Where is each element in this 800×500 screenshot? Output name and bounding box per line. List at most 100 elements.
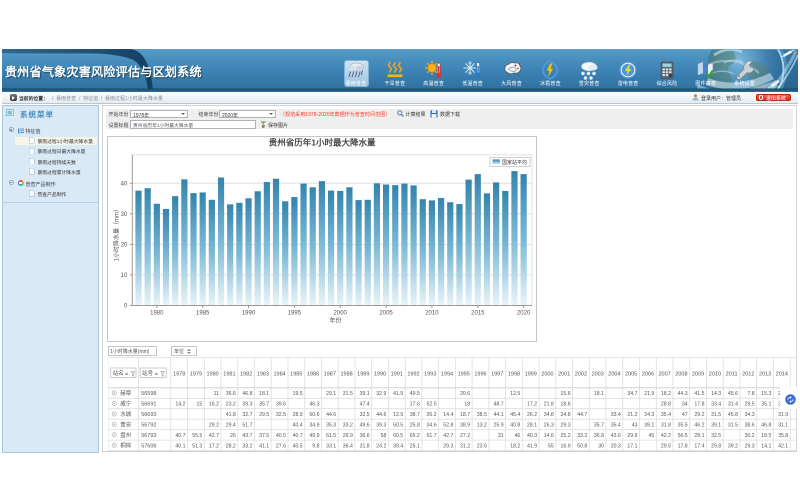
svg-text:18.5: 18.5 xyxy=(761,433,771,439)
svg-text:45.6: 45.6 xyxy=(728,391,738,397)
svg-text:60.6: 60.6 xyxy=(309,412,319,418)
svg-text:1996: 1996 xyxy=(474,372,486,378)
svg-text:站号: 站号 xyxy=(142,369,154,377)
svg-text:39.6: 39.6 xyxy=(276,402,286,408)
svg-text:27.6: 27.6 xyxy=(276,443,286,449)
svg-text:49.6: 49.6 xyxy=(359,423,369,429)
svg-text:56793: 56793 xyxy=(141,433,156,439)
svg-text:39.4: 39.4 xyxy=(393,443,403,449)
svg-text:1995: 1995 xyxy=(287,311,301,317)
svg-text:31.5: 31.5 xyxy=(343,391,353,397)
svg-text:17.2: 17.2 xyxy=(209,443,219,449)
svg-text:31.5: 31.5 xyxy=(711,412,721,418)
svg-text:2010: 2010 xyxy=(709,372,721,378)
svg-text:1990: 1990 xyxy=(374,372,386,378)
svg-text:29.3: 29.3 xyxy=(744,443,754,449)
svg-text:18.2: 18.2 xyxy=(510,443,520,449)
svg-text:36.8: 36.8 xyxy=(594,433,604,439)
svg-text:31: 31 xyxy=(498,433,504,439)
svg-text:15: 15 xyxy=(196,402,202,408)
svg-text:1982: 1982 xyxy=(240,372,252,378)
svg-text:39.1: 39.1 xyxy=(359,391,369,397)
svg-text:站名: 站名 xyxy=(112,369,123,377)
svg-text:16.9: 16.9 xyxy=(560,443,570,449)
svg-text:赫章: 赫章 xyxy=(120,389,132,397)
svg-text:28.8: 28.8 xyxy=(661,402,671,408)
svg-text:1994: 1994 xyxy=(441,372,453,378)
svg-text:41.9: 41.9 xyxy=(393,391,403,397)
svg-text:46.8: 46.8 xyxy=(761,423,771,429)
svg-text:45: 45 xyxy=(648,433,654,439)
svg-text:12.5: 12.5 xyxy=(510,391,520,397)
svg-text:42.7: 42.7 xyxy=(209,433,219,439)
svg-text:18.6: 18.6 xyxy=(560,402,570,408)
svg-text:35.5: 35.5 xyxy=(677,423,687,429)
svg-text:28.9: 28.9 xyxy=(292,412,302,418)
svg-text:年份: 年份 xyxy=(329,317,341,325)
svg-text:1979: 1979 xyxy=(190,372,202,378)
svg-text:48.7: 48.7 xyxy=(493,402,503,408)
svg-text:35.3: 35.3 xyxy=(326,423,336,429)
svg-text:39.3: 39.3 xyxy=(242,402,252,408)
svg-text:10: 10 xyxy=(120,273,127,279)
svg-text:40.7: 40.7 xyxy=(175,433,185,439)
svg-text:42.7: 42.7 xyxy=(443,433,453,439)
svg-text:47: 47 xyxy=(682,412,688,418)
svg-text:14.6: 14.6 xyxy=(543,433,553,439)
svg-text:34.9: 34.9 xyxy=(309,423,319,429)
svg-text:16.2: 16.2 xyxy=(209,402,219,408)
svg-text:水城: 水城 xyxy=(120,410,132,418)
svg-text:23.2: 23.2 xyxy=(225,402,235,408)
svg-text:18.2: 18.2 xyxy=(661,391,671,397)
svg-text:21.2: 21.2 xyxy=(627,412,637,418)
svg-text:32.7: 32.7 xyxy=(242,412,252,418)
svg-text:32.5: 32.5 xyxy=(359,412,369,418)
svg-text:26.3: 26.3 xyxy=(543,423,553,429)
svg-text:65.2: 65.2 xyxy=(410,433,420,439)
svg-text:17.8: 17.8 xyxy=(694,402,704,408)
svg-text:30: 30 xyxy=(120,212,127,218)
svg-text:18.1: 18.1 xyxy=(594,391,604,397)
svg-text:34.8: 34.8 xyxy=(543,412,553,418)
svg-text:33.2: 33.2 xyxy=(343,423,353,429)
svg-text:2011: 2011 xyxy=(725,372,737,378)
svg-text:1983: 1983 xyxy=(257,372,269,378)
svg-text:0: 0 xyxy=(123,304,127,310)
svg-text:56691: 56691 xyxy=(141,402,156,408)
svg-text:2006: 2006 xyxy=(642,372,654,378)
svg-text:1980: 1980 xyxy=(206,372,218,378)
svg-text:57606: 57606 xyxy=(141,443,156,449)
svg-text:1990: 1990 xyxy=(241,311,255,317)
svg-text:1995: 1995 xyxy=(457,372,469,378)
svg-text:27.2: 27.2 xyxy=(460,433,470,439)
svg-text:43: 43 xyxy=(632,423,638,429)
svg-text:20: 20 xyxy=(120,243,127,249)
svg-text:31.9: 31.9 xyxy=(778,412,788,418)
svg-text:2014: 2014 xyxy=(775,372,787,378)
svg-text:18.7: 18.7 xyxy=(460,412,470,418)
svg-text:1980: 1980 xyxy=(150,311,164,317)
svg-text:18: 18 xyxy=(464,402,470,408)
svg-text:11: 11 xyxy=(213,391,218,397)
svg-text:20.6: 20.6 xyxy=(460,391,470,397)
svg-text:61.5: 61.5 xyxy=(326,433,336,439)
svg-text:40.8: 40.8 xyxy=(510,423,520,429)
svg-text:34: 34 xyxy=(682,402,688,408)
svg-text:29.4: 29.4 xyxy=(225,423,235,429)
svg-text:44.6: 44.6 xyxy=(326,412,336,418)
svg-text:29.3: 29.3 xyxy=(443,443,453,449)
svg-text:2020: 2020 xyxy=(516,311,530,317)
svg-text:7.8: 7.8 xyxy=(747,391,754,397)
svg-text:33.1: 33.1 xyxy=(326,443,336,449)
svg-text:1978: 1978 xyxy=(173,372,185,378)
svg-text:31.5: 31.5 xyxy=(728,423,738,429)
svg-text:2000: 2000 xyxy=(333,311,347,317)
svg-text:28.1: 28.1 xyxy=(694,433,704,439)
svg-text:1984: 1984 xyxy=(273,372,285,378)
svg-text:25.8: 25.8 xyxy=(410,423,420,429)
svg-text:29.6: 29.6 xyxy=(627,433,637,439)
svg-text:60.5: 60.5 xyxy=(393,433,403,439)
svg-text:2000: 2000 xyxy=(541,372,553,378)
svg-text:2003: 2003 xyxy=(591,372,603,378)
svg-text:55: 55 xyxy=(548,443,554,449)
